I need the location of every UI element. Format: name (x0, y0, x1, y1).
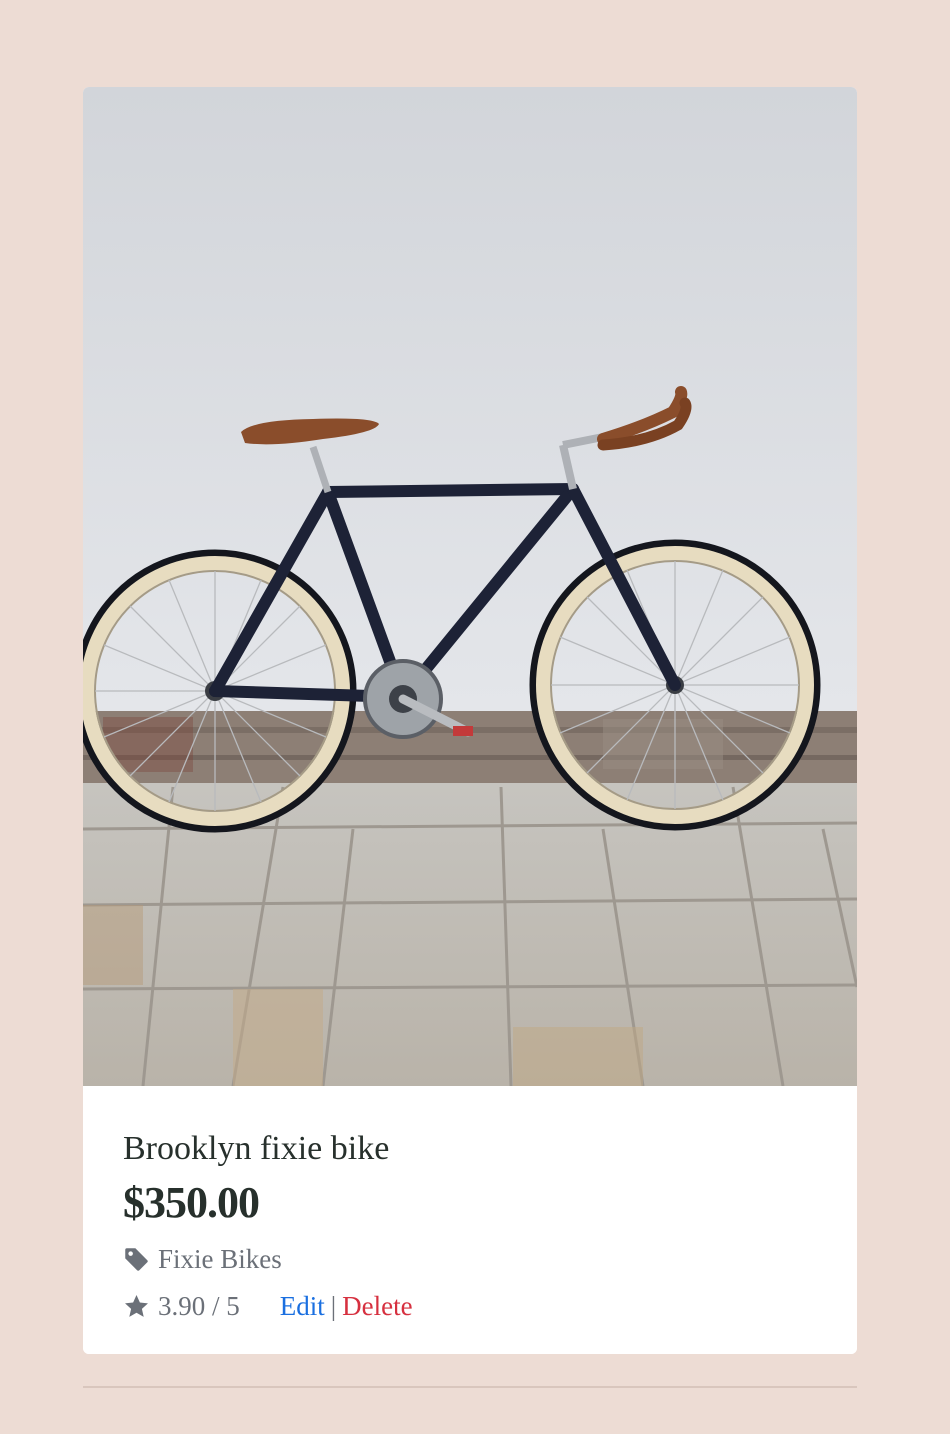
product-card: Brooklyn fixie bike $350.00 Fixie Bikes … (83, 87, 857, 1354)
product-details: Brooklyn fixie bike $350.00 Fixie Bikes … (83, 1086, 857, 1354)
product-title: Brooklyn fixie bike (123, 1130, 390, 1167)
product-price: $350.00 (123, 1178, 260, 1227)
rating-row: 3.90 / 5 Edit | Delete (123, 1291, 413, 1321)
action-separator: | (330, 1290, 337, 1321)
tag-icon (123, 1246, 150, 1273)
product-actions: Edit | Delete (280, 1291, 413, 1322)
product-image (83, 87, 857, 1086)
section-divider (83, 1386, 857, 1388)
product-category: Fixie Bikes (158, 1243, 282, 1274)
star-icon (123, 1293, 150, 1320)
edit-link[interactable]: Edit (280, 1291, 325, 1322)
product-rating: 3.90 / 5 (158, 1290, 240, 1321)
delete-link[interactable]: Delete (342, 1291, 412, 1322)
category-row: Fixie Bikes (123, 1244, 282, 1274)
